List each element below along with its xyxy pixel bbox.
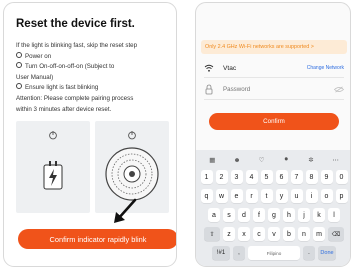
keyboard-row-asdf: asdfghjkl <box>196 208 350 222</box>
key-u[interactable]: u <box>290 189 303 203</box>
keyboard-row-bottom: !#1 , Filipino . Done <box>196 246 350 260</box>
key-z[interactable]: z <box>223 227 235 241</box>
key-e[interactable]: e <box>230 189 243 203</box>
attention-text: Attention: Please complete pairing proce… <box>16 94 134 102</box>
key-3[interactable]: 3 <box>230 170 243 184</box>
key-a[interactable]: a <box>208 208 220 222</box>
done-key[interactable]: Done <box>318 246 336 260</box>
page-title: Reset the device first. <box>16 18 135 30</box>
symbols-key[interactable]: !#1 <box>212 246 230 260</box>
key-o[interactable]: o <box>320 189 333 203</box>
pointing-arrow-icon <box>114 198 137 223</box>
divider <box>204 99 344 100</box>
key-s[interactable]: s <box>223 208 235 222</box>
confirm-rapid-blink-button[interactable]: Confirm indicator rapidly blink <box>18 229 176 249</box>
confirm-button[interactable]: Confirm <box>209 113 339 130</box>
wifi-network-name: Vtac <box>223 64 237 72</box>
instruction-step-1: Power on <box>16 52 174 63</box>
instruction-intro: If the light is blinking fast, skip the … <box>16 42 138 49</box>
reset-screen: Reset the device first. If the light is … <box>3 2 177 267</box>
key-4[interactable]: 4 <box>245 170 258 184</box>
instruction-step-2: Turn On-off-on-off-on (Subject to <box>16 62 174 73</box>
key-r[interactable]: r <box>245 189 258 203</box>
emoji-icon[interactable]: ☻ <box>231 157 243 164</box>
settings-gear-icon[interactable]: ✲ <box>305 156 317 164</box>
wifi-band-warning[interactable]: Only 2.4 GHz Wi-Fi networks are supporte… <box>201 40 347 54</box>
more-icon[interactable]: ⋯ <box>330 156 342 164</box>
key-y[interactable]: y <box>275 189 288 203</box>
soft-keyboard: ▦ ☻ ♡ ⏺ ✲ ⋯ 1234567890 qwertyuiop asdfgh… <box>196 150 350 266</box>
key-5[interactable]: 5 <box>260 170 273 184</box>
wifi-network-row: Vtac Change Network <box>204 61 344 75</box>
key-m[interactable]: m <box>313 227 325 241</box>
keyboard-grid-icon[interactable]: ▦ <box>206 156 218 164</box>
period-key[interactable]: . <box>303 246 315 260</box>
key-k[interactable]: k <box>313 208 325 222</box>
eye-off-icon[interactable] <box>334 86 344 93</box>
key-b[interactable]: b <box>283 227 295 241</box>
shift-key[interactable]: ⇧ <box>204 227 220 241</box>
key-d[interactable]: d <box>238 208 250 222</box>
key-1[interactable]: 1 <box>200 170 213 184</box>
instruction-step-3: Ensure light is fast blinking <box>16 83 174 94</box>
password-input[interactable] <box>223 85 323 93</box>
key-p[interactable]: p <box>335 189 348 203</box>
power-icon <box>49 131 57 140</box>
keyboard-row-numbers: 1234567890 <box>196 170 350 184</box>
keyboard-toolbar: ▦ ☻ ♡ ⏺ ✲ ⋯ <box>196 155 350 165</box>
key-8[interactable]: 8 <box>305 170 318 184</box>
key-q[interactable]: q <box>200 189 213 203</box>
change-network-link[interactable]: Change Network <box>307 65 344 71</box>
key-7[interactable]: 7 <box>290 170 303 184</box>
password-row <box>204 82 344 96</box>
key-c[interactable]: c <box>253 227 265 241</box>
instruction-step-2-cont: User Manual) <box>16 73 54 81</box>
key-j[interactable]: j <box>298 208 310 222</box>
wifi-icon <box>204 64 214 72</box>
key-t[interactable]: t <box>260 189 273 203</box>
plug-bolt-icon <box>43 161 63 190</box>
backspace-key[interactable]: ⌫ <box>328 227 344 241</box>
keyboard-row-zxcv: ⇧ zxcvbnm ⌫ <box>196 227 350 241</box>
keyboard-row-qwerty: qwertyuiop <box>196 189 350 203</box>
key-v[interactable]: v <box>268 227 280 241</box>
reset-instructions: If the light is blinking fast, skip the … <box>16 41 174 115</box>
key-g[interactable]: g <box>268 208 280 222</box>
key-x[interactable]: x <box>238 227 250 241</box>
key-n[interactable]: n <box>298 227 310 241</box>
key-i[interactable]: i <box>305 189 318 203</box>
bulb-top-icon <box>105 147 159 201</box>
wifi-setup-screen: Only 2.4 GHz Wi-Fi networks are supporte… <box>195 2 351 267</box>
key-2[interactable]: 2 <box>215 170 228 184</box>
space-key[interactable]: Filipino <box>248 246 300 260</box>
divider <box>204 77 344 78</box>
key-6[interactable]: 6 <box>275 170 288 184</box>
key-0[interactable]: 0 <box>335 170 348 184</box>
key-l[interactable]: l <box>328 208 340 222</box>
attention-text-cont: within 3 minutes after device reset. <box>16 105 112 113</box>
power-icon <box>128 131 136 140</box>
comma-key[interactable]: , <box>233 246 245 260</box>
plug-illustration <box>16 121 90 213</box>
microphone-icon[interactable]: ⏺ <box>280 156 292 164</box>
key-w[interactable]: w <box>215 189 228 203</box>
lock-icon <box>205 84 213 94</box>
key-h[interactable]: h <box>283 208 295 222</box>
key-f[interactable]: f <box>253 208 265 222</box>
key-9[interactable]: 9 <box>320 170 333 184</box>
gif-icon[interactable]: ♡ <box>256 156 268 164</box>
